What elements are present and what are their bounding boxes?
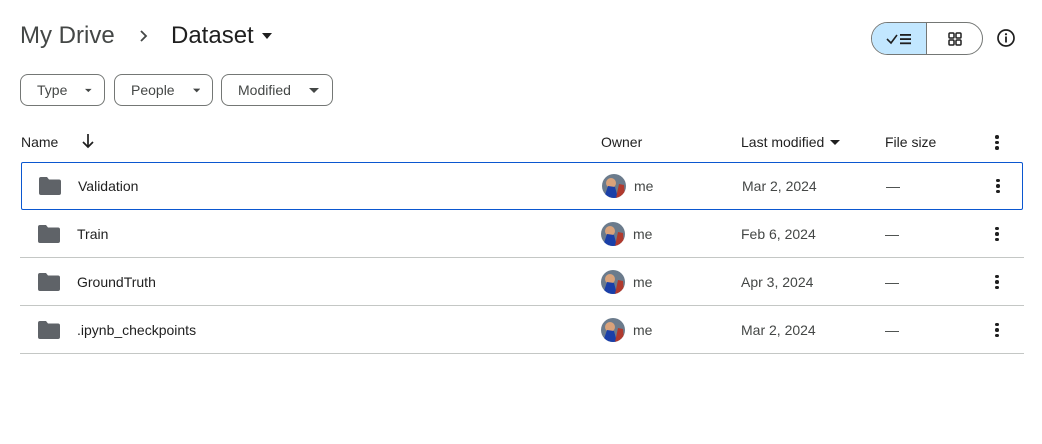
owner-name: me (633, 322, 653, 338)
caret-down-icon (261, 33, 272, 39)
column-last-modified[interactable]: Last modified (741, 134, 841, 150)
table-header: Name Owner Last modified File size (20, 125, 1024, 161)
file-name: Train (77, 226, 109, 242)
caret-down-icon (308, 87, 319, 93)
file-name: Validation (78, 178, 139, 194)
table-row[interactable]: .ipynb_checkpoints me Mar 2, 2024 — (20, 306, 1024, 354)
caret-down-icon (85, 88, 92, 92)
breadcrumb-dataset[interactable]: Dataset (171, 22, 272, 50)
column-file-size[interactable]: File size (885, 134, 936, 150)
chevron-right-icon (140, 30, 148, 42)
people-filter-chip[interactable]: People (114, 74, 213, 106)
type-filter-chip[interactable]: Type (20, 74, 105, 106)
top-bar: My Drive Dataset (0, 0, 1042, 70)
owner-name: me (633, 226, 653, 242)
chip-label: Modified (238, 82, 291, 98)
last-modified: Apr 3, 2024 (741, 274, 814, 290)
view-toggle (871, 22, 983, 55)
file-size: — (885, 322, 899, 338)
owner-name: me (633, 274, 653, 290)
list-view-button[interactable] (872, 23, 928, 54)
more-actions-icon[interactable] (987, 320, 1007, 340)
last-modified: Feb 6, 2024 (741, 226, 816, 242)
arrow-down-icon[interactable] (80, 132, 96, 150)
file-name: GroundTruth (77, 274, 156, 290)
column-name-label: Name (21, 134, 59, 150)
caret-down-icon (192, 88, 200, 92)
file-size: — (885, 226, 899, 242)
chip-label: Type (37, 82, 68, 98)
more-actions-icon[interactable] (987, 224, 1007, 244)
info-icon (997, 29, 1015, 47)
file-size: — (885, 274, 899, 290)
column-name[interactable]: Name (21, 134, 58, 150)
file-name: .ipynb_checkpoints (77, 322, 197, 338)
avatar (601, 270, 625, 294)
column-file-size-label: File size (885, 134, 937, 150)
caret-down-icon (830, 139, 841, 145)
owner-name: me (634, 178, 654, 194)
table-row[interactable]: GroundTruth me Apr 3, 2024 — (20, 258, 1024, 306)
last-modified: Mar 2, 2024 (742, 178, 817, 194)
grid-view-button[interactable] (927, 23, 982, 54)
avatar (602, 174, 626, 198)
breadcrumb-current-label: Dataset (171, 22, 254, 49)
folder-icon (39, 177, 61, 195)
grid-icon (947, 31, 962, 46)
column-owner[interactable]: Owner (601, 134, 642, 150)
file-size: — (886, 178, 900, 194)
more-actions-icon[interactable] (987, 272, 1007, 292)
folder-icon (38, 321, 60, 339)
more-vert-icon[interactable] (995, 135, 999, 150)
table-row[interactable]: Validation me Mar 2, 2024 — (21, 162, 1023, 210)
modified-filter-chip[interactable]: Modified (221, 74, 333, 106)
folder-icon (38, 273, 60, 291)
more-actions-icon[interactable] (988, 176, 1008, 196)
last-modified: Mar 2, 2024 (741, 322, 816, 338)
column-owner-label: Owner (601, 134, 643, 150)
column-last-modified-label: Last modified (741, 134, 825, 150)
chip-label: People (131, 82, 175, 98)
avatar (601, 222, 625, 246)
table-row[interactable]: Train me Feb 6, 2024 — (20, 210, 1024, 258)
check-list-icon (886, 33, 911, 44)
folder-icon (38, 225, 60, 243)
view-details-button[interactable] (994, 26, 1018, 50)
avatar (601, 318, 625, 342)
breadcrumb-my-drive[interactable]: My Drive (20, 22, 115, 50)
